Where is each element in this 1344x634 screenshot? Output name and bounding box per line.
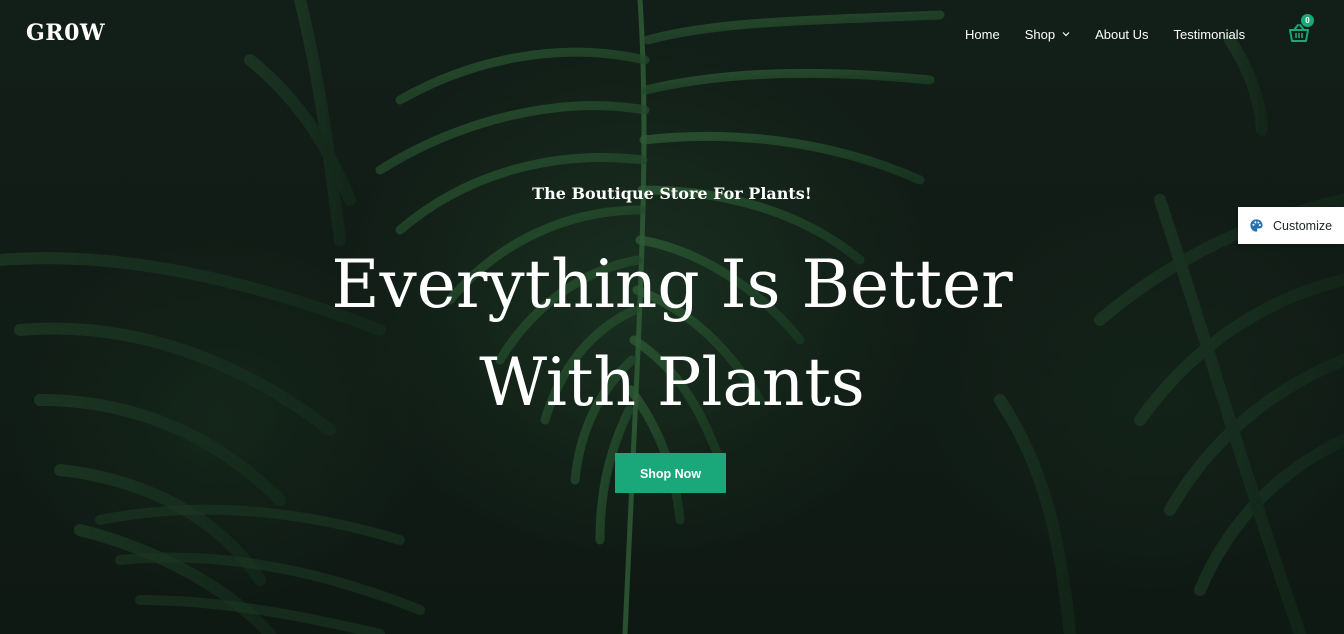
site-logo[interactable]: GR0W bbox=[26, 20, 105, 46]
hero-tagline: The Boutique Store For Plants! bbox=[532, 184, 812, 203]
cart-button[interactable]: 0 bbox=[1288, 14, 1314, 44]
nav-item-label: Home bbox=[965, 26, 1000, 42]
nav-item-testimonials[interactable]: Testimonials bbox=[1174, 24, 1246, 44]
shop-now-button[interactable]: Shop Now bbox=[615, 453, 726, 493]
customize-button[interactable]: Customize bbox=[1238, 207, 1344, 244]
nav-item-shop[interactable]: Shop bbox=[1025, 24, 1070, 44]
main-navigation: Home Shop About Us Testimonials bbox=[965, 24, 1270, 44]
cart-count-badge: 0 bbox=[1301, 14, 1314, 27]
palette-icon bbox=[1250, 219, 1263, 232]
nav-item-label: Shop bbox=[1024, 26, 1056, 42]
chevron-down-icon bbox=[1062, 32, 1070, 37]
nav-item-about-us[interactable]: About Us bbox=[1095, 24, 1148, 44]
hero-headline: Everything Is Better With Plants bbox=[331, 246, 1013, 421]
hero-section: GR0W Home Shop About Us Testimonials 0 T… bbox=[0, 0, 1344, 634]
customize-label: Customize bbox=[1273, 218, 1333, 233]
nav-item-label: Testimonials bbox=[1173, 26, 1246, 42]
nav-item-home[interactable]: Home bbox=[965, 24, 1000, 44]
nav-item-label: About Us bbox=[1095, 26, 1149, 42]
